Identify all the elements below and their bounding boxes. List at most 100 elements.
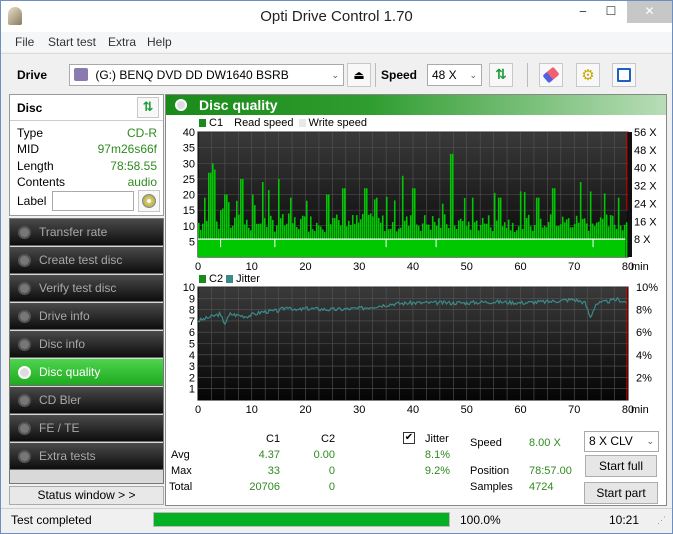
refresh-arrows-icon: ⇅	[142, 100, 154, 115]
y-tick-label: 7	[189, 316, 195, 328]
x-unit-label: min	[631, 404, 649, 416]
nav-disc-quality[interactable]: Disc quality	[10, 359, 163, 386]
status-window-button[interactable]: Status window > >	[9, 486, 164, 505]
disc-gear-icon	[18, 394, 31, 407]
x-tick-label: 50	[461, 261, 473, 273]
nav-cd-bler[interactable]: CD Bler	[10, 387, 163, 414]
y-tick-label: 15	[183, 205, 195, 217]
nav-transfer-rate[interactable]: Transfer rate	[10, 219, 163, 246]
speed-select[interactable]: 48 X ⌄	[427, 64, 482, 86]
x-tick-label: 30	[353, 261, 365, 273]
y2-tick-label: 10%	[636, 282, 658, 294]
start-full-button[interactable]: Start full	[585, 455, 657, 477]
nav-drive-info[interactable]: Drive info	[10, 303, 163, 330]
speed-mode-value: 8 X CLV	[589, 434, 633, 448]
speed-scale-bar	[628, 132, 632, 257]
nav-fe-te[interactable]: FE / TE	[10, 415, 163, 442]
c1-base-fill	[198, 239, 626, 257]
samples-value: 4724	[529, 481, 554, 493]
y-tick-label: 30	[183, 158, 195, 170]
nav-disc-info[interactable]: Disc info	[10, 331, 163, 358]
minimize-button[interactable]: ‒	[569, 1, 597, 23]
disc-refresh-button[interactable]: ⇅	[137, 97, 159, 118]
settings-button[interactable]: ⚙	[576, 63, 600, 87]
stats-col-c1: C1	[266, 433, 281, 445]
y2-tick-label: 32 X	[634, 181, 657, 193]
disc-contents-row: Contents audio	[17, 175, 157, 191]
disc-gear-icon	[18, 226, 31, 239]
title-bar: Opti Drive Control 1.70 ‒ ☐ ✕	[1, 1, 672, 32]
resize-grip-icon[interactable]: ⋰	[657, 515, 666, 526]
menu-file[interactable]: File	[15, 35, 34, 49]
y2-tick-label: 40 X	[634, 163, 657, 175]
elapsed-time: 10:21	[609, 513, 640, 527]
stats-avg-jitter: 8.1%	[424, 449, 450, 461]
chevron-down-icon: ⌄	[646, 436, 654, 446]
disc-mid-row: MID 97m26s66f	[17, 142, 157, 158]
disc-gear-icon	[18, 310, 31, 323]
stats-avg-c2: 0.00	[313, 449, 335, 461]
nav-label: Disc quality	[39, 365, 101, 379]
nav-extra-tests[interactable]: Extra tests	[10, 443, 163, 470]
progress-percent: 100.0%	[460, 513, 501, 527]
progress-bar	[153, 512, 450, 527]
y-tick-label: 40	[183, 127, 195, 139]
y-tick-label: 35	[183, 143, 195, 155]
disc-mid-value: 97m26s66f	[97, 142, 157, 156]
speed-label: Speed	[381, 68, 418, 82]
start-part-button[interactable]: Start part	[584, 482, 658, 504]
position-label: Position	[470, 465, 510, 477]
stats-total-c1: 20706	[249, 481, 280, 493]
nav-verify-test-disc[interactable]: Verify test disc	[10, 275, 163, 302]
y2-tick-label: 48 X	[634, 145, 657, 157]
y2-tick-label: 56 X	[634, 127, 657, 139]
eject-button[interactable]: ⏏	[347, 63, 371, 87]
y2-tick-label: 6%	[636, 327, 652, 339]
y2-tick-label: 24 X	[634, 198, 657, 210]
maximize-button[interactable]: ☐	[597, 1, 625, 23]
y-tick-label: 8	[189, 305, 195, 317]
x-tick-label: 10	[246, 261, 258, 273]
position-value: 78:57.00	[529, 465, 572, 477]
disc-type-value: CD-R	[127, 126, 157, 140]
nav-create-test-disc[interactable]: Create test disc	[10, 247, 163, 274]
nav-label: Create test disc	[39, 253, 123, 267]
y-tick-label: 6	[189, 327, 195, 339]
refresh-button[interactable]: ⇅	[489, 63, 513, 87]
x-tick-label: 40	[407, 261, 419, 273]
save-button[interactable]	[612, 63, 636, 87]
cd-icon	[142, 194, 156, 208]
jitter-checkbox[interactable]: ✔	[403, 432, 415, 444]
samples-label: Samples	[470, 481, 513, 493]
status-bar: Test completed 100.0% 10:21 ⋰	[1, 508, 672, 533]
close-button[interactable]: ✕	[627, 1, 672, 23]
menu-start-test[interactable]: Start test	[48, 35, 96, 49]
menu-extra[interactable]: Extra	[108, 35, 136, 49]
erase-button[interactable]	[539, 63, 563, 87]
floppy-disk-icon	[617, 68, 631, 82]
disc-gear-icon	[18, 450, 31, 463]
disc-gear-icon	[18, 422, 31, 435]
menu-help[interactable]: Help	[147, 35, 172, 49]
y2-tick-label: 4%	[636, 350, 652, 362]
stats-avg-label: Avg	[171, 449, 190, 461]
y-tick-label: 10	[183, 282, 195, 294]
speed-mode-select[interactable]: 8 X CLV ⌄	[584, 431, 659, 452]
y-tick-label: 20	[183, 190, 195, 202]
drive-select[interactable]: (G:) BENQ DVD DD DW1640 BSRB ⌄	[69, 64, 344, 86]
status-text: Test completed	[11, 513, 92, 527]
x-tick-label: 60	[514, 261, 526, 273]
disc-label-input[interactable]	[52, 191, 134, 211]
disc-type-row: Type CD-R	[17, 126, 157, 142]
chevron-down-icon: ⌄	[331, 70, 339, 80]
y-tick-label: 2	[189, 372, 195, 384]
disc-mid-key: MID	[17, 142, 39, 156]
write-label-button[interactable]	[138, 190, 160, 212]
eraser-icon	[542, 66, 560, 84]
nav-label: Disc info	[39, 337, 86, 351]
stats-col-jitter: Jitter	[425, 433, 449, 445]
y-tick-label: 25	[183, 174, 195, 186]
speed-label: Speed	[470, 437, 502, 449]
y2-tick-label: 8%	[636, 305, 652, 317]
y-tick-label: 9	[189, 293, 195, 305]
